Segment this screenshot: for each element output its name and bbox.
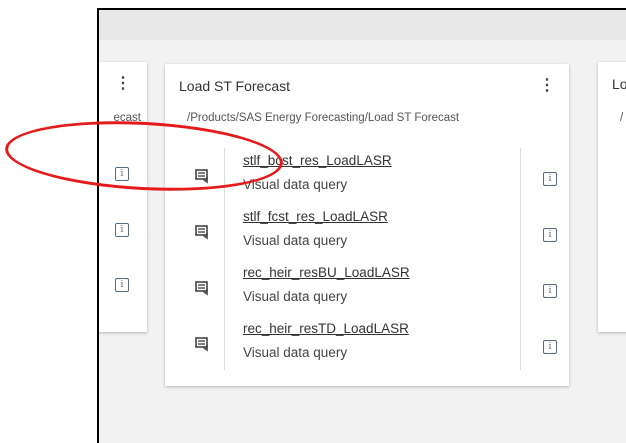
card-path: / [620, 112, 624, 124]
data-query-icon [195, 281, 208, 296]
info-icon[interactable]: i [543, 172, 557, 186]
info-icon[interactable]: i [115, 223, 129, 237]
card-title: Lo [612, 76, 626, 92]
data-query-icon [195, 225, 208, 240]
top-bar [99, 10, 626, 40]
card-path: /Products/SAS Energy Forecasting/Load ST… [187, 112, 460, 124]
info-icon[interactable]: i [115, 278, 129, 292]
info-icon[interactable]: i [543, 228, 557, 242]
data-query-icon [195, 337, 208, 352]
card-right-partial: Lo / [598, 62, 626, 332]
item-name-link[interactable]: rec_heir_resBU_LoadLASR [243, 265, 410, 280]
kebab-menu-icon[interactable]: ⋮ [115, 76, 131, 92]
card-title: Load ST Forecast [179, 78, 291, 94]
viewport: ⋮ ecast i i i Load ST Forecast ⋮ /Produc… [97, 8, 626, 443]
card-left-partial: ⋮ ecast i i i [99, 62, 147, 332]
item-name-link[interactable]: rec_heir_resTD_LoadLASR [243, 321, 409, 336]
item-type: Visual data query [243, 233, 348, 248]
item-type: Visual data query [243, 289, 348, 304]
info-icon[interactable]: i [543, 284, 557, 298]
item-name-link[interactable]: stlf_fcst_res_LoadLASR [243, 209, 388, 224]
item-type: Visual data query [243, 345, 348, 360]
card-load-st-forecast: Load ST Forecast ⋮ /Products/SAS Energy … [165, 64, 569, 386]
kebab-menu-icon[interactable]: ⋮ [539, 78, 555, 94]
divider [520, 148, 521, 370]
info-icon[interactable]: i [543, 340, 557, 354]
